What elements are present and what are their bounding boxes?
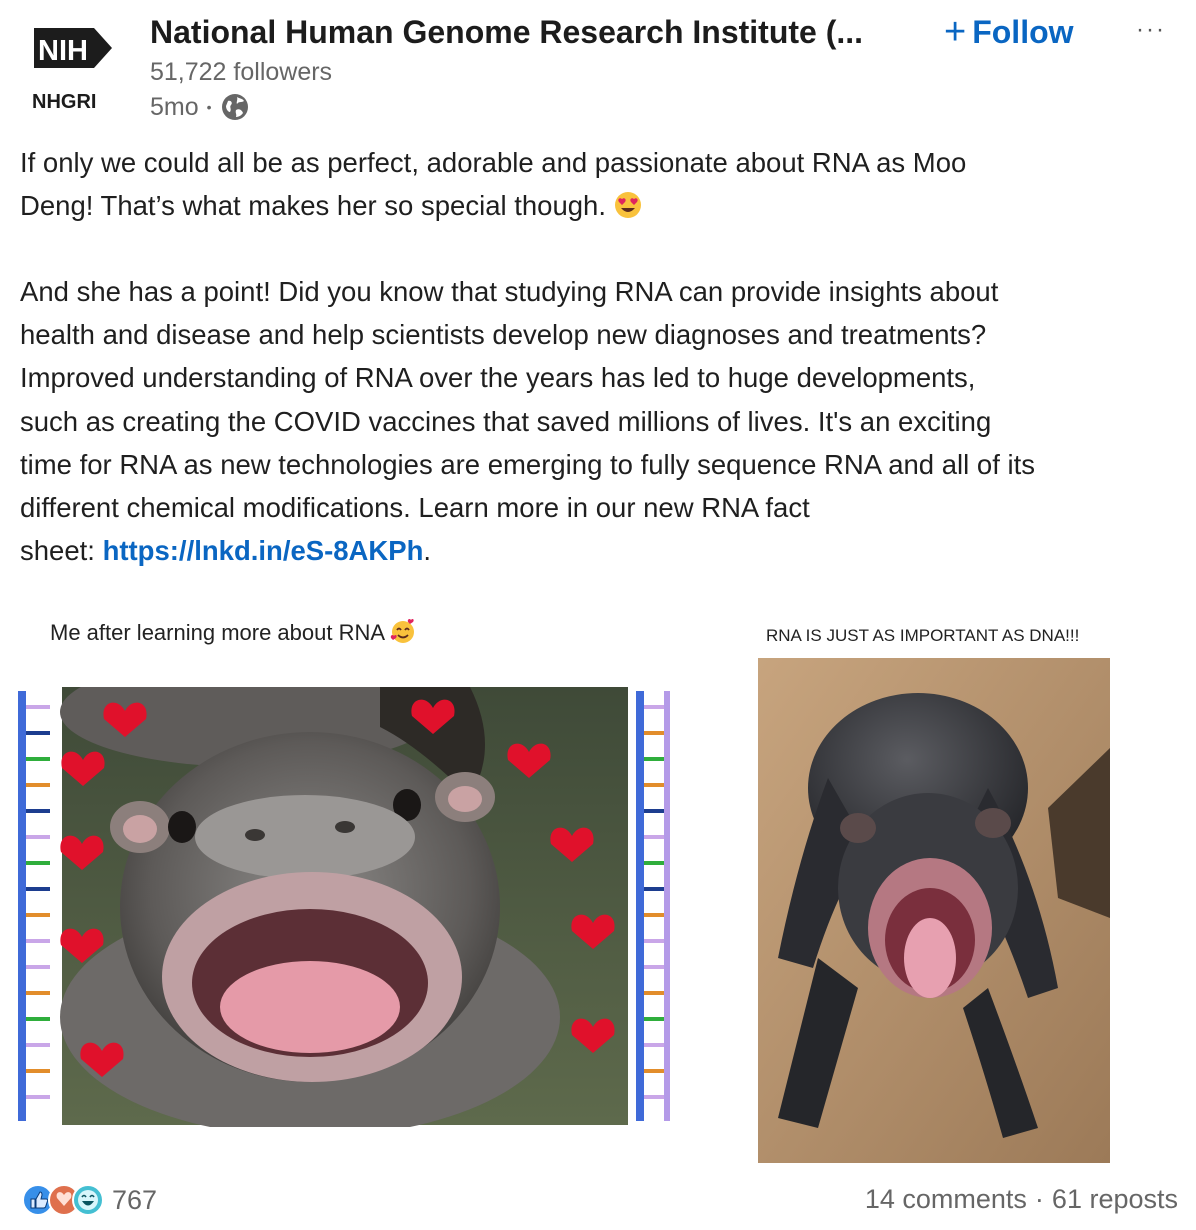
text-line: sheet: https://lnkd.in/eS-8AKPh. xyxy=(20,529,1035,572)
text-line: Deng! That’s what makes her so special t… xyxy=(20,190,606,222)
author-name[interactable]: National Human Genome Research Institute… xyxy=(150,14,863,51)
follow-plus-icon: + xyxy=(944,11,967,53)
stats-separator: · xyxy=(1034,1184,1044,1214)
text-line: health and disease and help scientists d… xyxy=(20,319,987,351)
fact-sheet-link[interactable]: https://lnkd.in/eS-8AKPh xyxy=(103,535,424,566)
text-line: time for RNA as new technologies are eme… xyxy=(20,448,1035,480)
reaction-count: 767 xyxy=(112,1184,158,1215)
engagement-stats: 14 comments · 61 reposts xyxy=(865,1184,1178,1215)
hippo-yawn-photo xyxy=(758,658,1110,1163)
meme-image-left[interactable]: Me after learning more about RNA xyxy=(0,590,690,1140)
nih-logo[interactable]: NIH NHGRI xyxy=(24,24,124,116)
post-paragraph-1: If only we could all be as perfect, ador… xyxy=(20,141,966,227)
text-line: And she has a point! Did you know that s… xyxy=(20,276,999,307)
follow-label: Follow xyxy=(972,14,1074,50)
text-suffix: . xyxy=(423,535,432,567)
post-time: 5mo xyxy=(150,92,199,121)
logo-text: NIH xyxy=(38,35,88,67)
meme-image-right[interactable]: RNA IS JUST AS IMPORTANT AS DNA!!! xyxy=(730,590,1196,1170)
follow-button[interactable]: + Follow xyxy=(944,10,1074,53)
reposts-count[interactable]: 61 reposts xyxy=(1052,1184,1178,1215)
text-line: Improved understanding of RNA over the y… xyxy=(20,362,976,394)
text-line-with-emoji: Deng! That’s what makes her so special t… xyxy=(20,184,966,227)
hippo-hearts-photo xyxy=(0,687,690,1127)
reaction-icons xyxy=(22,1184,104,1216)
post-meta: 5mo • xyxy=(150,92,250,122)
funny-reaction-icon xyxy=(72,1184,104,1216)
heart-eyes-emoji xyxy=(614,192,641,219)
more-options-button[interactable]: ··· xyxy=(1136,16,1166,44)
meme-caption-left: Me after learning more about RNA xyxy=(50,618,416,646)
reactions-summary[interactable]: 767 xyxy=(22,1182,157,1218)
text-line: different chemical modifications. Learn … xyxy=(20,492,810,524)
logo-subtext: NHGRI xyxy=(32,91,96,113)
meme-caption-right: RNA IS JUST AS IMPORTANT AS DNA!!! xyxy=(766,626,1080,645)
caption-text: Me after learning more about RNA xyxy=(50,620,384,645)
follower-count: 51,722 followers xyxy=(150,58,333,86)
globe-icon xyxy=(221,94,248,120)
post-paragraph-2: And she has a point! Did you know that s… xyxy=(20,270,1035,572)
comments-count[interactable]: 14 comments xyxy=(865,1184,1027,1215)
meta-separator: • xyxy=(206,99,212,115)
text-prefix: sheet: xyxy=(20,535,103,567)
text-line: such as creating the COVID vaccines that… xyxy=(20,405,992,437)
smiling-hearts-emoji xyxy=(390,618,414,643)
text-line: If only we could all be as perfect, ador… xyxy=(20,147,967,178)
